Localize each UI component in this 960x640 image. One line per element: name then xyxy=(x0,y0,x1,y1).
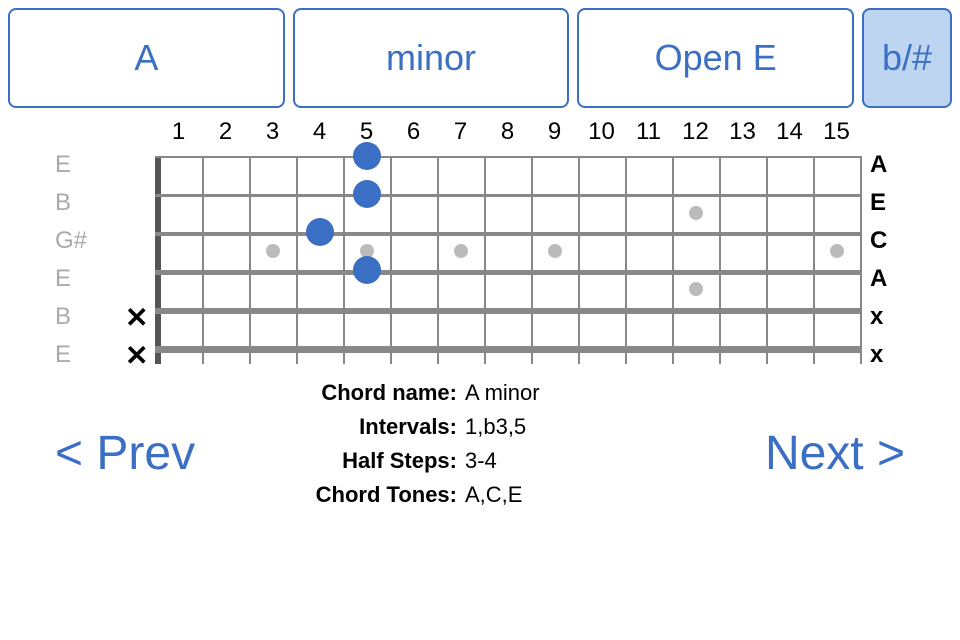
intervals-label: Intervals: xyxy=(265,410,465,444)
intervals-value: 1,b3,5 xyxy=(465,410,526,444)
string-label-open: B xyxy=(55,298,87,336)
next-button[interactable]: Next > xyxy=(765,426,905,481)
fret-number: 8 xyxy=(484,118,531,146)
fretboard xyxy=(155,156,860,364)
string-label-note: A xyxy=(870,146,887,184)
info-lines: Chord name: A minor Intervals: 1,b3,5 Ha… xyxy=(265,376,540,512)
fret-inlay xyxy=(689,206,703,220)
quality-selector[interactable]: minor xyxy=(293,8,570,108)
finger-dot xyxy=(353,180,381,208)
root-selector[interactable]: A xyxy=(8,8,285,108)
fret-number: 1 xyxy=(155,118,202,146)
half-steps-value: 3-4 xyxy=(465,444,497,478)
string-labels-left: EBG#EBE xyxy=(55,146,87,374)
finger-dot xyxy=(306,218,334,246)
fret-inlay xyxy=(548,244,562,258)
fret-inlay xyxy=(266,244,280,258)
fret-inlay xyxy=(689,282,703,296)
fret-number: 14 xyxy=(766,118,813,146)
string-label-note: E xyxy=(870,184,887,222)
finger-dot xyxy=(353,142,381,170)
fret-number: 12 xyxy=(672,118,719,146)
string-label-open: B xyxy=(55,184,87,222)
fret-number: 6 xyxy=(390,118,437,146)
string-label-open: E xyxy=(55,336,87,374)
string-labels-right: AECAxx xyxy=(870,146,887,374)
string-label-note: A xyxy=(870,260,887,298)
top-selectors: A minor Open E b/# xyxy=(0,0,960,116)
prev-button[interactable]: < Prev xyxy=(55,426,195,481)
fret-number: 7 xyxy=(437,118,484,146)
fret-number: 13 xyxy=(719,118,766,146)
tuning-selector[interactable]: Open E xyxy=(577,8,854,108)
fret-number: 4 xyxy=(296,118,343,146)
string-label-open: E xyxy=(55,146,87,184)
fret-number: 15 xyxy=(813,118,860,146)
string-label-note: C xyxy=(870,222,887,260)
fret-number: 11 xyxy=(625,118,672,146)
string-label-note: x xyxy=(870,336,887,374)
mute-mark: ✕ xyxy=(125,298,148,336)
half-steps-line: Half Steps: 3-4 xyxy=(265,444,540,478)
finger-dot xyxy=(353,256,381,284)
fret-number: 2 xyxy=(202,118,249,146)
accidental-toggle[interactable]: b/# xyxy=(862,8,952,108)
chord-name-value: A minor xyxy=(465,376,540,410)
fret-numbers: 123456789101112131415 xyxy=(155,118,860,146)
chord-tones-label: Chord Tones: xyxy=(265,478,465,512)
string-label-open: E xyxy=(55,260,87,298)
fret-number: 3 xyxy=(249,118,296,146)
mute-mark: ✕ xyxy=(125,336,148,374)
fret-inlay xyxy=(830,244,844,258)
chord-tones-line: Chord Tones: A,C,E xyxy=(265,478,540,512)
fret-number: 9 xyxy=(531,118,578,146)
intervals-line: Intervals: 1,b3,5 xyxy=(265,410,540,444)
half-steps-label: Half Steps: xyxy=(265,444,465,478)
chord-name-label: Chord name: xyxy=(265,376,465,410)
fret-inlay xyxy=(454,244,468,258)
chord-tones-value: A,C,E xyxy=(465,478,522,512)
string-label-open: G# xyxy=(55,222,87,260)
chord-name-line: Chord name: A minor xyxy=(265,376,540,410)
string-label-note: x xyxy=(870,298,887,336)
fret-number: 10 xyxy=(578,118,625,146)
